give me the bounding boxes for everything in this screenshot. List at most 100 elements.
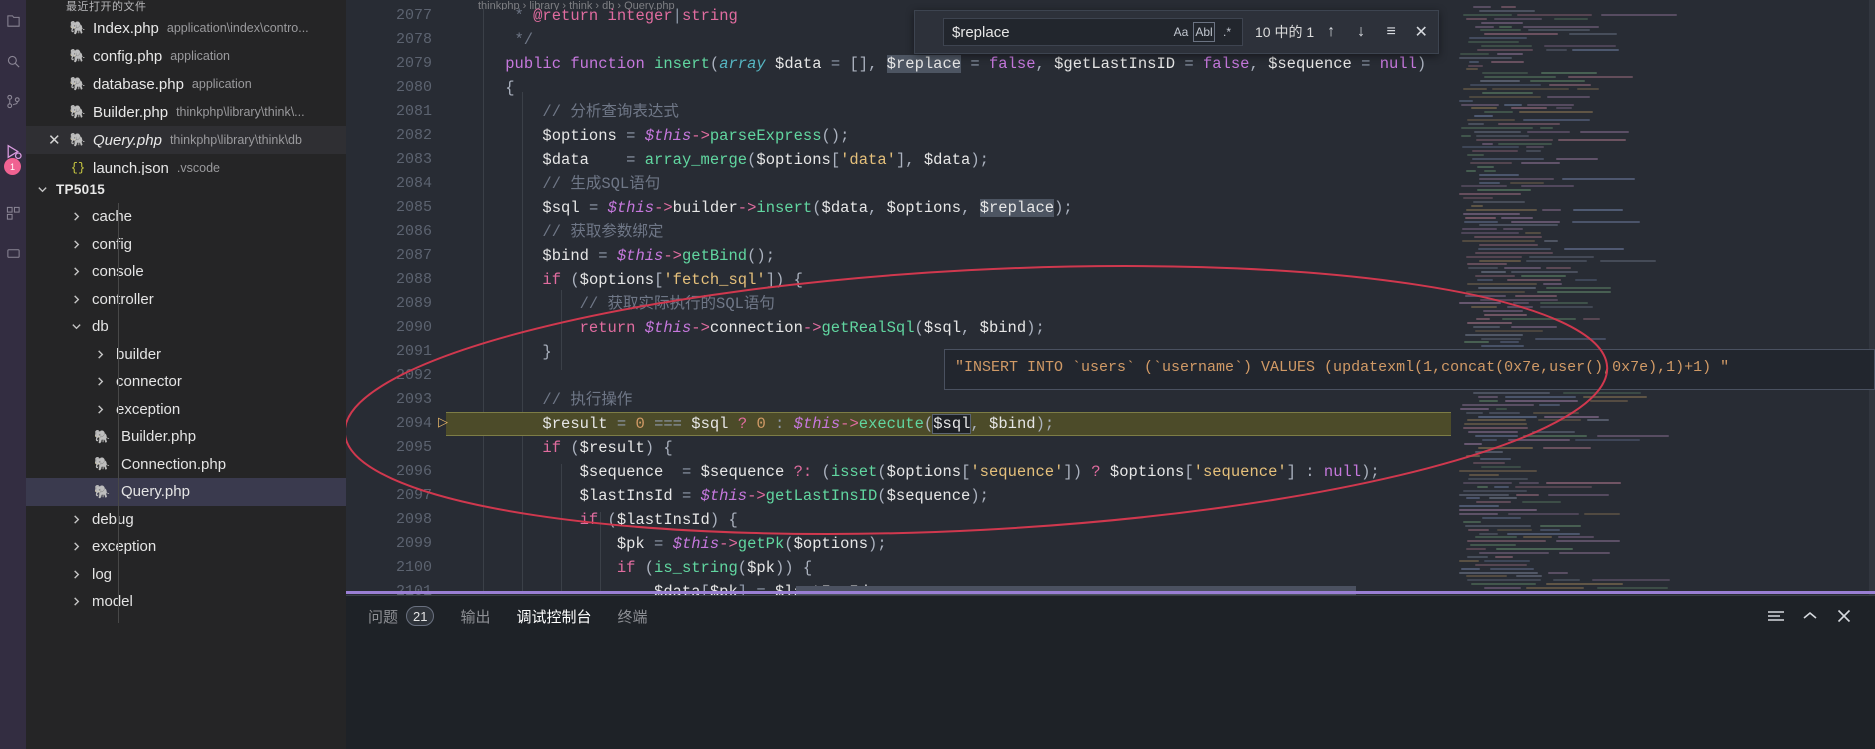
- match-case-icon[interactable]: Aa: [1170, 22, 1192, 42]
- find-input[interactable]: $replace: [952, 24, 1169, 41]
- quick-open-item[interactable]: 🐘 database.php application: [26, 70, 346, 98]
- close-icon[interactable]: ✕: [48, 126, 61, 154]
- code-line[interactable]: $options = $this->parseExpress();: [346, 124, 1451, 148]
- code-token: // 分析查询表达式: [468, 103, 679, 121]
- quick-open-item[interactable]: 🐘 Builder.php thinkphp\library\think\...: [26, 98, 346, 126]
- next-match-button[interactable]: ↓: [1348, 19, 1374, 45]
- code-line[interactable]: // 执行操作: [346, 388, 1451, 412]
- chevron-right-icon[interactable]: [68, 294, 84, 305]
- whole-word-icon[interactable]: Abl: [1193, 22, 1215, 42]
- code-line[interactable]: $lastInsId = $this->getLastInsID($sequen…: [346, 484, 1451, 508]
- tree-folder-row[interactable]: model: [26, 588, 346, 616]
- close-panel-icon[interactable]: [1827, 599, 1861, 633]
- chevron-right-icon[interactable]: [92, 376, 108, 387]
- extensions-icon[interactable]: [0, 196, 26, 230]
- tree-file-row[interactable]: 🐘 Query.php: [26, 478, 346, 506]
- chevron-right-icon[interactable]: [68, 211, 84, 222]
- tree-folder-row[interactable]: exception: [26, 533, 346, 561]
- source-control-icon[interactable]: [0, 84, 26, 118]
- quick-open-item[interactable]: 🐘 config.php application: [26, 42, 346, 70]
- code-line[interactable]: public function insert(array $data = [],…: [346, 52, 1451, 76]
- quick-open-item[interactable]: ✕ 🐘 Query.php thinkphp\library\think\db: [26, 126, 346, 154]
- find-input-box[interactable]: $replace Aa Abl .*: [943, 18, 1243, 46]
- chevron-down-icon[interactable]: [68, 321, 84, 332]
- code-token: $this: [793, 415, 841, 433]
- minimap-line: [1469, 95, 1541, 98]
- code-token: 'fetch_sql': [663, 271, 766, 289]
- quick-open-item-name: config.php: [93, 47, 163, 65]
- code-line[interactable]: // 生成SQL语句: [346, 172, 1451, 196]
- chevron-right-icon[interactable]: [68, 266, 84, 277]
- chevron-right-icon[interactable]: [68, 569, 84, 580]
- code-line[interactable]: {: [346, 76, 1451, 100]
- code-line[interactable]: $sequence = $sequence ?: (isset($options…: [346, 460, 1451, 484]
- code-line[interactable]: $sql = $this->builder->insert($data, $op…: [346, 196, 1451, 220]
- minimap-line: [1484, 33, 1558, 36]
- code-line[interactable]: $bind = $this->getBind();: [346, 244, 1451, 268]
- tree-folder-row[interactable]: debug: [26, 506, 346, 534]
- chevron-right-icon[interactable]: [68, 596, 84, 607]
- chevron-right-icon[interactable]: [92, 404, 108, 415]
- code-line[interactable]: if (is_string($pk)) {: [346, 556, 1451, 580]
- search-icon[interactable]: [0, 44, 26, 78]
- tree-folder-row[interactable]: cache: [26, 203, 346, 231]
- explorer-root-folder[interactable]: TP5015: [26, 175, 346, 203]
- tree-folder-row[interactable]: config: [26, 231, 346, 259]
- maximize-panel-icon[interactable]: [1793, 599, 1827, 633]
- code-line-text: // 获取参数绑定: [468, 220, 663, 244]
- find-in-selection-button[interactable]: ≡: [1378, 19, 1404, 45]
- tree-folder-row[interactable]: connector: [26, 368, 346, 396]
- code-line[interactable]: // 获取实际执行的SQL语句: [346, 292, 1451, 316]
- tree-folder-row[interactable]: builder: [26, 341, 346, 369]
- remote-icon[interactable]: [0, 236, 26, 270]
- panel-tab[interactable]: 输出: [460, 596, 490, 636]
- quick-open-item[interactable]: 🐘 Index.php application\index\contro...: [26, 14, 346, 42]
- tree-file-row[interactable]: 🐘 Builder.php: [26, 423, 346, 451]
- minimap-slider[interactable]: [1869, 0, 1875, 595]
- tree-folder-row[interactable]: controller: [26, 286, 346, 314]
- code-line[interactable]: $data = array_merge($options['data'], $d…: [346, 148, 1451, 172]
- code-line[interactable]: $pk = $this->getPk($options);: [346, 532, 1451, 556]
- code-line[interactable]: if ($lastInsId) {: [346, 508, 1451, 532]
- code-line[interactable]: if ($options['fetch_sql']) {: [346, 268, 1451, 292]
- clear-console-icon[interactable]: [1759, 599, 1793, 633]
- minimap-line: [1469, 60, 1479, 63]
- chevron-down-icon[interactable]: [34, 184, 50, 195]
- code-line[interactable]: if ($result) {: [346, 436, 1451, 460]
- close-find-button[interactable]: ✕: [1408, 19, 1434, 45]
- code-line[interactable]: // 分析查询表达式: [346, 100, 1451, 124]
- tree-file-row[interactable]: 🐘 Connection.php: [26, 451, 346, 479]
- minimap-line: [1519, 481, 1539, 484]
- tree-folder-row[interactable]: console: [26, 258, 346, 286]
- panel-tab[interactable]: 问题 21: [368, 596, 435, 636]
- code-editor[interactable]: 2077 * @return integer|string 2078 */2079…: [346, 0, 1451, 595]
- minimap[interactable]: [1451, 0, 1875, 595]
- previous-match-button[interactable]: ↑: [1318, 19, 1344, 45]
- code-line[interactable]: // 获取参数绑定: [346, 220, 1451, 244]
- chevron-right-icon[interactable]: [68, 239, 84, 250]
- chevron-right-icon[interactable]: [68, 514, 84, 525]
- php-file-icon: 🐘: [94, 456, 111, 472]
- minimap-line: [1508, 438, 1570, 441]
- panel-tab[interactable]: 调试控制台: [517, 596, 592, 636]
- minimap-line: [1466, 255, 1522, 258]
- tree-folder-row[interactable]: log: [26, 561, 346, 589]
- minimap-line: [1556, 107, 1572, 110]
- tree-folder-row[interactable]: exception: [26, 396, 346, 424]
- minimap-line: [1507, 532, 1580, 535]
- chevron-right-icon[interactable]: [68, 541, 84, 552]
- minimap-line: [1553, 579, 1580, 582]
- code-line[interactable]: $result = 0 === $sql ? 0 : $this->execut…: [346, 412, 1451, 436]
- tree-folder-row[interactable]: db: [26, 313, 346, 341]
- use-regex-icon[interactable]: .*: [1216, 22, 1238, 42]
- minimap-line: [1583, 396, 1647, 398]
- find-widget[interactable]: chevron-right-icon $replace Aa Abl .* 10…: [914, 10, 1439, 54]
- explorer-icon[interactable]: [0, 4, 26, 38]
- code-line[interactable]: return $this->connection->getRealSql($sq…: [346, 316, 1451, 340]
- chevron-right-icon[interactable]: [92, 349, 108, 360]
- toggle-replace-icon[interactable]: chevron-right-icon: [915, 10, 943, 54]
- panel-tab[interactable]: 终端: [618, 596, 648, 636]
- code-token: */: [468, 31, 534, 49]
- code-line-text: if ($options['fetch_sql']) {: [468, 268, 803, 292]
- code-token: $getLastInsID: [1054, 55, 1176, 73]
